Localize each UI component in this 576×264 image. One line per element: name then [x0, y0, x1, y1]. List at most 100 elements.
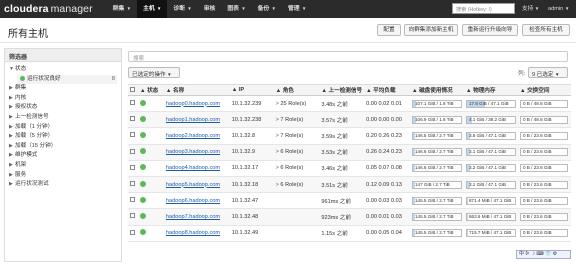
memory-usage-bar: 3.1 GiB / 47.1 GiB — [465, 180, 516, 189]
caret-down-icon: ▼ — [155, 6, 162, 11]
selected-actions-dropdown[interactable]: 已选定的操作 ▼ — [128, 67, 180, 78]
caret-down-icon: ▼ — [239, 6, 246, 11]
disk-usage-bar: 146.6 GiB / 2.7 TiB — [411, 148, 462, 157]
host-link[interactable]: hadoop4.hadoop.com — [166, 165, 220, 171]
col-swap[interactable]: ▲ 交换空间 — [517, 84, 571, 96]
row-checkbox[interactable] — [130, 164, 135, 170]
load-average: 0.26 0.24 0.23 — [366, 149, 402, 156]
nav-item-0[interactable]: 群集 ▼ — [107, 0, 137, 18]
columns-label: 列: — [518, 71, 526, 77]
filter-item[interactable]: ▶ 维护模式 — [9, 151, 117, 161]
nav-item-2[interactable]: 诊断 ▼ — [167, 0, 197, 18]
nav-item-5[interactable]: 备份 ▼ — [252, 0, 282, 18]
col-status[interactable]: ▲ 状态 — [137, 84, 164, 96]
host-link[interactable]: hadoop0.hadoop.com — [166, 101, 220, 107]
roles-count[interactable]: 6 Role(s) — [280, 165, 303, 171]
swap-usage-bar: 0 B / 23.6 GiB — [519, 164, 568, 173]
host-link[interactable]: hadoop8.hadoop.com — [166, 230, 220, 236]
col-name[interactable]: ▲ 名称 — [163, 84, 230, 96]
inspect-all-hosts-button[interactable]: 检查所有主机 — [522, 24, 570, 36]
roles-count[interactable]: 6 Role(s) — [280, 149, 303, 155]
memory-usage-bar: 715.7 MiB / 47.1 GiB — [465, 229, 516, 238]
roles-count[interactable]: 7 Role(s) — [280, 117, 303, 123]
caret-down-icon: ▼ — [186, 6, 192, 11]
host-link[interactable]: hadoop2.hadoop.com — [166, 133, 220, 139]
roles-count[interactable]: 25 Role(s) — [280, 101, 306, 107]
nav-item-6[interactable]: 管理 ▼ — [282, 0, 312, 18]
filter-item[interactable]: ▶ 授权状态 — [9, 103, 117, 113]
filter-item[interactable]: ▶ 加载（15 分钟） — [9, 142, 117, 152]
row-checkbox[interactable] — [130, 197, 135, 203]
usage-text: 3.1 GiB / 47.1 GiB — [468, 181, 506, 187]
filter-status[interactable]: ▼状态 — [9, 65, 117, 75]
status-good-icon — [139, 99, 146, 106]
host-link[interactable]: hadoop1.hadoop.com — [166, 117, 220, 123]
status-good-icon — [139, 164, 146, 171]
table-row[interactable]: hadoop2.hadoop.com 10.1.32.8 > 7 Role(s) 3.… — [128, 127, 571, 145]
roles-count[interactable]: 6 Role(s) — [280, 182, 303, 188]
table-row[interactable]: hadoop7.hadoop.com 10.1.32.48 923ms 之前 0.00… — [128, 208, 571, 226]
host-link[interactable]: hadoop6.hadoop.com — [166, 198, 220, 204]
table-header-row: ▲ 状态 ▲ 名称 ▲ IP ▲ 角色 ▲ 上一检测信号 ▲ 平均负载 ▲ 磁盘… — [128, 84, 571, 96]
filter-item[interactable]: ▶ 内核 — [9, 94, 117, 104]
row-checkbox[interactable] — [130, 116, 135, 122]
status-good-icon — [139, 180, 146, 187]
table-row[interactable]: hadoop8.hadoop.com 10.1.32.49 1.15s 之前 0.00… — [128, 225, 571, 242]
row-checkbox[interactable] — [130, 181, 135, 187]
usage-text: 145.5 GiB / 2.7 TiB — [414, 230, 454, 236]
select-all-checkbox[interactable] — [128, 84, 138, 96]
host-search-input[interactable]: 搜索 — [128, 51, 568, 62]
filter-item[interactable]: ▶ 机架 — [9, 161, 117, 171]
nav-item-3[interactable]: 审核 — [198, 0, 222, 18]
add-host-button[interactable]: 向群集添加新主机 — [404, 24, 458, 36]
row-checkbox[interactable] — [130, 132, 135, 138]
col-heartbeat[interactable]: ▲ 上一检测信号 — [319, 84, 365, 96]
table-row[interactable]: hadoop3.hadoop.com 10.1.32.9 > 6 Role(s) 3.… — [128, 144, 571, 161]
col-ip[interactable]: ▲ IP — [229, 84, 274, 96]
table-row[interactable]: hadoop4.hadoop.com 10.1.32.17 > 6 Role(s) 3… — [128, 160, 571, 177]
global-search-input[interactable]: 搜索 (Hotkey: /) — [452, 3, 515, 14]
filter-item[interactable]: ▶ 群集 — [9, 84, 117, 94]
col-memory[interactable]: ▲ 物理内存 — [463, 84, 518, 96]
usage-text: 3.2 GiB / 47.1 GiB — [468, 165, 506, 171]
rerun-upgrade-wizard-button[interactable]: 重新运行升级向导 — [462, 24, 518, 36]
table-row[interactable]: hadoop6.hadoop.com 10.1.32.47 961ms 之前 0.00… — [128, 192, 571, 210]
host-link[interactable]: hadoop7.hadoop.com — [166, 214, 220, 220]
user-menu[interactable]: admin ▼ — [548, 0, 569, 18]
filter-item[interactable]: ▶ 加载（5 分钟） — [9, 132, 117, 142]
heartbeat-value: 3.59s 之前 — [321, 133, 348, 140]
host-link[interactable]: hadoop5.hadoop.com — [166, 182, 220, 188]
row-checkbox[interactable] — [130, 100, 135, 106]
filter-item[interactable]: ▶ 运行状况测试 — [9, 180, 117, 190]
table-row[interactable]: hadoop1.hadoop.com 10.1.32.238 > 7 Role(s)… — [128, 111, 571, 129]
usage-text: 0 B / 23.6 GiB — [522, 213, 552, 219]
table-row[interactable]: hadoop5.hadoop.com 10.1.32.18 > 6 Role(s) 3… — [128, 176, 571, 194]
usage-text: 0 B / 23.6 GiB — [522, 132, 552, 138]
disk-usage-bar: 146.5 GiB / 2.7 TiB — [411, 131, 462, 140]
support-menu[interactable]: 支持 ▼ — [522, 0, 539, 18]
filter-item[interactable]: ▶ 服务 — [9, 171, 117, 181]
row-checkbox[interactable] — [130, 213, 135, 219]
col-roles[interactable]: ▲ 角色 — [273, 84, 320, 96]
col-load[interactable]: ▲ 平均负载 — [364, 84, 410, 96]
filter-status-good[interactable]: 运行状况良好 8 — [17, 74, 117, 85]
filter-sidebar: 筛选器 ▼状态 运行状况良好 8 ▶ 群集 ▶ 内核 ▶ 授权状态 ▶ 上一检测信号 ▶ 加载（1 … — [4, 48, 122, 262]
usage-text: 17.6 GiB / 47.1 GiB — [468, 100, 509, 106]
col-disk[interactable]: ▲ 磁盘使用情况 — [409, 84, 464, 96]
filter-sidebar-title: 筛选器 — [5, 49, 121, 62]
brand-logo[interactable]: cloudera manager — [4, 3, 93, 15]
row-checkbox[interactable] — [130, 148, 135, 154]
filter-item[interactable]: ▶ 加载（1 分钟） — [9, 123, 117, 133]
host-link[interactable]: hadoop3.hadoop.com — [166, 149, 220, 155]
columns-dropdown[interactable]: 9 已选定 ▼ — [528, 67, 568, 78]
nav-item-4[interactable]: 图表 ▼ — [221, 0, 251, 18]
roles-count[interactable]: 7 Role(s) — [280, 133, 303, 139]
configure-button[interactable]: 配置 — [377, 24, 401, 36]
table-row[interactable]: hadoop0.hadoop.com 10.1.32.239 > 25 Role(s… — [128, 95, 571, 113]
row-checkbox[interactable] — [130, 229, 135, 235]
nav-item-1[interactable]: 主机 ▼ — [137, 0, 168, 18]
ime-toolbar[interactable]: 中 ᐅ ☽ ⌨ 👕 ⚙ — [516, 250, 571, 259]
swap-usage-bar: 0 B / 23.6 GiB — [519, 180, 568, 189]
filter-item[interactable]: ▶ 上一检测信号 — [9, 113, 117, 123]
memory-usage-bar: 863.6 MiB / 47.1 GiB — [465, 212, 516, 221]
